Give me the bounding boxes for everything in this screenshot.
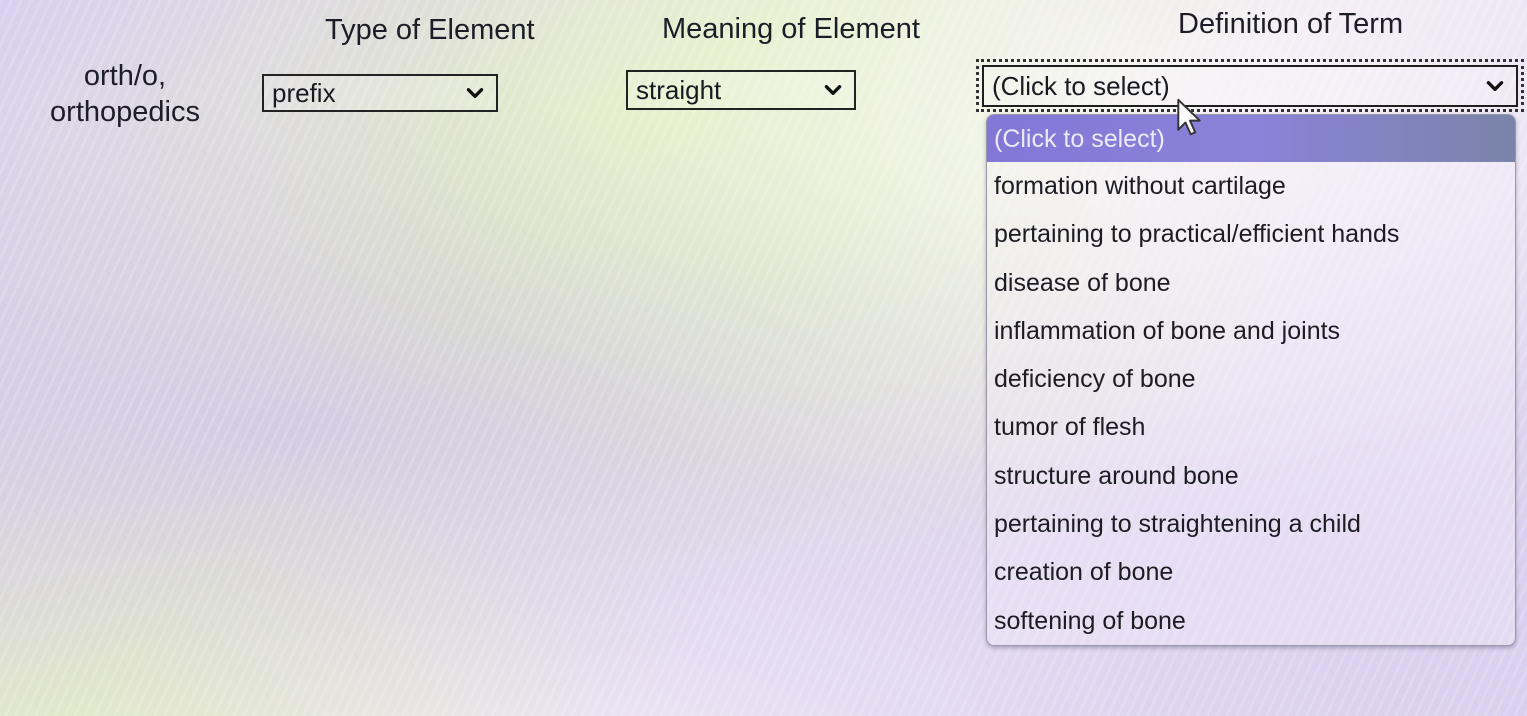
- header-type-of-element: Type of Element: [325, 14, 535, 46]
- dropdown-option[interactable]: formation without cartilage: [987, 162, 1515, 210]
- definition-of-term-select[interactable]: (Click to select): [982, 65, 1518, 107]
- definition-select-value: (Click to select): [992, 70, 1170, 101]
- meaning-select-value: straight: [636, 74, 722, 105]
- mouse-pointer-icon: [1177, 98, 1201, 136]
- header-definition-of-term: Definition of Term: [1178, 8, 1404, 40]
- dropdown-option[interactable]: tumor of flesh: [987, 403, 1515, 451]
- term-label: orth/o, orthopedics: [30, 58, 220, 130]
- header-meaning-of-element: Meaning of Element: [662, 13, 920, 45]
- dropdown-option[interactable]: creation of bone: [987, 548, 1515, 596]
- definition-dropdown-list[interactable]: (Click to select) formation without cart…: [986, 114, 1516, 646]
- chevron-down-icon: [1486, 81, 1504, 91]
- type-of-element-select[interactable]: prefix: [262, 74, 498, 112]
- dropdown-option[interactable]: disease of bone: [987, 259, 1515, 307]
- dropdown-option[interactable]: structure around bone: [987, 452, 1515, 500]
- type-select-value: prefix: [272, 77, 336, 108]
- term-word: orthopedics: [50, 96, 200, 128]
- dropdown-option[interactable]: inflammation of bone and joints: [987, 307, 1515, 355]
- chevron-down-icon: [466, 88, 484, 98]
- chevron-down-icon: [824, 85, 842, 95]
- dropdown-option[interactable]: deficiency of bone: [987, 355, 1515, 403]
- term-word-part: orth/o,: [83, 60, 167, 92]
- dropdown-option[interactable]: pertaining to straightening a child: [987, 500, 1515, 548]
- meaning-of-element-select[interactable]: straight: [626, 70, 856, 110]
- dropdown-option[interactable]: (Click to select): [987, 115, 1515, 162]
- dropdown-option[interactable]: softening of bone: [987, 597, 1515, 645]
- dropdown-option[interactable]: pertaining to practical/efficient hands: [987, 210, 1515, 258]
